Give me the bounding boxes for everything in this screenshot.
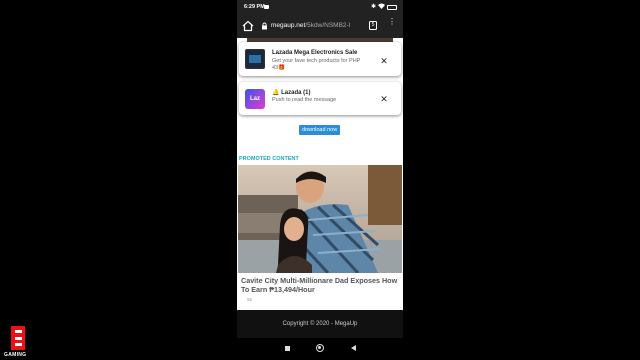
status-time: 6:29 PM bbox=[244, 4, 265, 10]
ad-tag: ss bbox=[247, 297, 252, 303]
lock-icon bbox=[262, 22, 267, 30]
notification-body: Push to read the message bbox=[272, 97, 337, 103]
overflow-menu-icon[interactable]: ⋮ bbox=[388, 18, 396, 32]
close-icon[interactable]: ✕ bbox=[379, 94, 389, 104]
close-icon[interactable]: ✕ bbox=[379, 56, 389, 66]
url-domain: megaup.net bbox=[271, 22, 306, 29]
wifi-icon bbox=[378, 3, 385, 12]
notification-title: Lazada Mega Electronics Sale bbox=[272, 50, 358, 56]
notification-title: 🔔 Lazada (1) bbox=[272, 90, 311, 96]
url-field[interactable]: megaup.net/5kdw/NSMB2-l bbox=[271, 22, 359, 29]
bluetooth-icon: ✱ bbox=[370, 4, 376, 10]
e-logo-icon bbox=[11, 326, 25, 350]
ad-headline-link[interactable]: Cavite City Multi-Millionare Dad Exposes… bbox=[241, 276, 401, 294]
back-button-icon[interactable] bbox=[351, 345, 356, 351]
notification-body: Get your fave tech products for PHP 43🎁 bbox=[272, 58, 361, 71]
lazada-logo-icon: Laz bbox=[245, 89, 265, 109]
battery-icon bbox=[387, 5, 397, 10]
notification-lazada-message[interactable]: Laz 🔔 Lazada (1) Push to read the messag… bbox=[239, 82, 401, 115]
web-page: Lazada Mega Electronics Sale Get your fa… bbox=[237, 38, 403, 310]
download-now-button[interactable]: download now bbox=[299, 125, 341, 135]
url-path: /5kdw/NSMB2-l bbox=[305, 22, 351, 29]
android-nav-bar bbox=[237, 338, 403, 360]
tab-switcher-button[interactable]: 5 bbox=[369, 21, 377, 30]
status-icons: ✱ bbox=[371, 3, 397, 12]
home-button-icon[interactable] bbox=[316, 344, 324, 352]
watermark-text: GAMING bbox=[4, 352, 27, 358]
phone-screen: 6:29 PM ✱ megaup.net/5kdw/NSMB2-l 5 ⋮ La… bbox=[237, 0, 403, 360]
home-icon[interactable] bbox=[242, 20, 254, 32]
ad-photo[interactable] bbox=[238, 165, 402, 273]
page-footer: Copyright © 2020 - MegaUp bbox=[237, 310, 403, 338]
recents-button-icon[interactable] bbox=[285, 346, 290, 351]
browser-toolbar: megaup.net/5kdw/NSMB2-l 5 ⋮ bbox=[237, 14, 403, 38]
notification-thumbnail bbox=[245, 49, 265, 69]
recording-icon bbox=[264, 5, 269, 9]
notification-lazada-sale[interactable]: Lazada Mega Electronics Sale Get your fa… bbox=[239, 42, 401, 76]
promoted-content-heading: PROMOTED CONTENT bbox=[239, 156, 299, 162]
gaming-watermark-logo: GAMING bbox=[4, 322, 34, 360]
status-bar: 6:29 PM ✱ bbox=[237, 0, 403, 14]
